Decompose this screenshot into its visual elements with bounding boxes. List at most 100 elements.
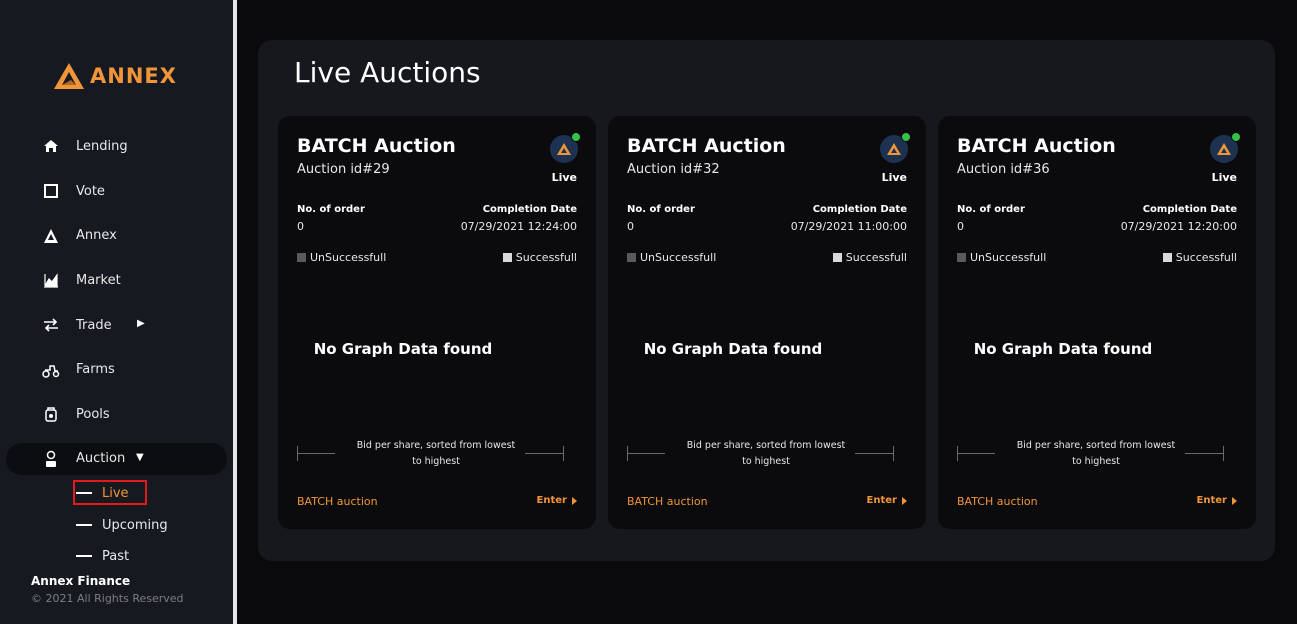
chevron-right-icon [1232, 496, 1237, 505]
chevron-right-icon: ▶ [137, 317, 145, 329]
chevron-down-icon: ▼ [136, 451, 144, 463]
pool-icon [42, 405, 60, 423]
footer-copyright: © 2021 All Rights Reserved [31, 592, 184, 605]
legend-unsuccessful: UnSuccessfull [627, 251, 716, 264]
enter-label: Enter [536, 495, 567, 506]
axis-line [957, 453, 995, 454]
completion-date-value: 07/29/2021 11:00:00 [790, 220, 907, 233]
batch-auction-link[interactable]: BATCH auction [297, 495, 378, 508]
orders-label: No. of order [957, 204, 1025, 215]
completion-date-label: Completion Date [1142, 204, 1237, 215]
square-icon [42, 182, 60, 200]
no-graph-data-message: No Graph Data found [973, 340, 1153, 358]
auction-id: Auction id#32 [627, 162, 720, 177]
status-label: Live [1211, 171, 1237, 184]
sidebar-item-farms[interactable]: Farms [6, 347, 227, 392]
live-status-dot [1231, 132, 1241, 142]
chart-icon [42, 271, 60, 289]
enter-button[interactable]: Enter [867, 495, 907, 506]
sidebar-item-label: Trade [76, 317, 112, 333]
brand-name: ANNEX [90, 64, 177, 88]
no-graph-data-message: No Graph Data found [313, 340, 493, 358]
sidebar-item-annex[interactable]: Annex [6, 213, 227, 258]
home-icon [42, 137, 60, 155]
annex-logo[interactable]: ANNEX [52, 60, 177, 92]
auction-id: Auction id#36 [957, 162, 1050, 177]
legend-label: Successfull [1175, 251, 1237, 264]
sidebar-item-label: Vote [76, 183, 105, 199]
legend-swatch [1162, 253, 1172, 262]
sidebar-item-auction[interactable]: Auction ▼ [6, 442, 227, 475]
annex-logo-icon [54, 63, 84, 89]
axis-label: Bid per share, sorted from lowest to hig… [1016, 440, 1176, 467]
axis-line [855, 453, 893, 454]
legend-label: UnSuccessfull [970, 251, 1047, 264]
legend-successful: Successfull [1162, 251, 1237, 264]
legend-unsuccessful: UnSuccessfull [297, 251, 386, 264]
completion-date-value: 07/29/2021 12:20:00 [1120, 220, 1237, 233]
card-title: BATCH Auction [297, 135, 456, 157]
footer-title: Annex Finance [31, 574, 131, 588]
sidebar-divider [233, 0, 237, 624]
enter-button[interactable]: Enter [537, 495, 577, 506]
sidebar-subitem-label: Live [102, 485, 129, 501]
sidebar-item-pools[interactable]: Pools [6, 392, 227, 437]
sidebar-item-vote[interactable]: Vote [6, 169, 227, 214]
legend-successful: Successfull [832, 251, 907, 264]
legend-swatch [957, 253, 966, 262]
auction-id: Auction id#29 [297, 162, 390, 177]
orders-label: No. of order [297, 204, 365, 215]
auction-icon [42, 450, 60, 468]
auction-card: BATCH Auction Auction id#32 Live No. of … [608, 116, 926, 529]
axis-line [1185, 453, 1223, 454]
page-title: Live Auctions [294, 56, 481, 89]
batch-auction-link[interactable]: BATCH auction [627, 495, 708, 508]
status-label: Live [551, 171, 577, 184]
card-title: BATCH Auction [627, 135, 786, 157]
completion-date-value: 07/29/2021 12:24:00 [460, 220, 577, 233]
enter-label: Enter [866, 495, 897, 506]
legend-successful: Successfull [502, 251, 577, 264]
axis-label: Bid per share, sorted from lowest to hig… [686, 440, 846, 467]
sidebar-subitem-upcoming[interactable]: Upcoming [76, 513, 236, 537]
live-status-dot [901, 132, 911, 142]
annex-token-icon [1210, 132, 1241, 163]
batch-auction-link[interactable]: BATCH auction [957, 495, 1038, 508]
sidebar-item-lending[interactable]: Lending [6, 124, 227, 169]
orders-label: No. of order [627, 204, 695, 215]
sidebar-item-label: Market [76, 272, 121, 288]
tractor-icon [42, 361, 60, 379]
auction-card: BATCH Auction Auction id#29 Live No. of … [278, 116, 596, 529]
sidebar-item-label: Pools [76, 406, 110, 422]
axis-tick [563, 446, 564, 461]
legend-label: UnSuccessfull [640, 251, 717, 264]
sidebar-subitem-live[interactable]: Live [76, 481, 236, 505]
axis-label: Bid per share, sorted from lowest to hig… [356, 440, 516, 467]
axis-line [297, 453, 335, 454]
swap-icon [42, 316, 60, 334]
sidebar-item-label: Lending [76, 138, 128, 154]
axis-tick [1223, 446, 1224, 461]
enter-button[interactable]: Enter [1197, 495, 1237, 506]
auction-card: BATCH Auction Auction id#36 Live No. of … [938, 116, 1256, 529]
dash-icon [76, 492, 92, 494]
dash-icon [76, 555, 92, 557]
orders-value: 0 [957, 220, 964, 233]
legend-label: Successfull [845, 251, 907, 264]
card-title: BATCH Auction [957, 135, 1116, 157]
axis-line [525, 453, 563, 454]
orders-value: 0 [297, 220, 304, 233]
legend-label: UnSuccessfull [310, 251, 387, 264]
sidebar-item-market[interactable]: Market [6, 258, 227, 303]
sidebar-item-trade[interactable]: Trade ▶ [6, 303, 227, 348]
annex-token-icon [880, 132, 911, 163]
legend-swatch [502, 253, 512, 262]
orders-value: 0 [627, 220, 634, 233]
sidebar-subitem-label: Upcoming [102, 517, 168, 533]
legend-swatch [832, 253, 842, 262]
sidebar-item-label: Annex [76, 228, 117, 244]
sidebar-subitem-past[interactable]: Past [76, 544, 236, 568]
no-graph-data-message: No Graph Data found [643, 340, 823, 358]
legend-swatch [627, 253, 636, 262]
status-label: Live [881, 171, 907, 184]
